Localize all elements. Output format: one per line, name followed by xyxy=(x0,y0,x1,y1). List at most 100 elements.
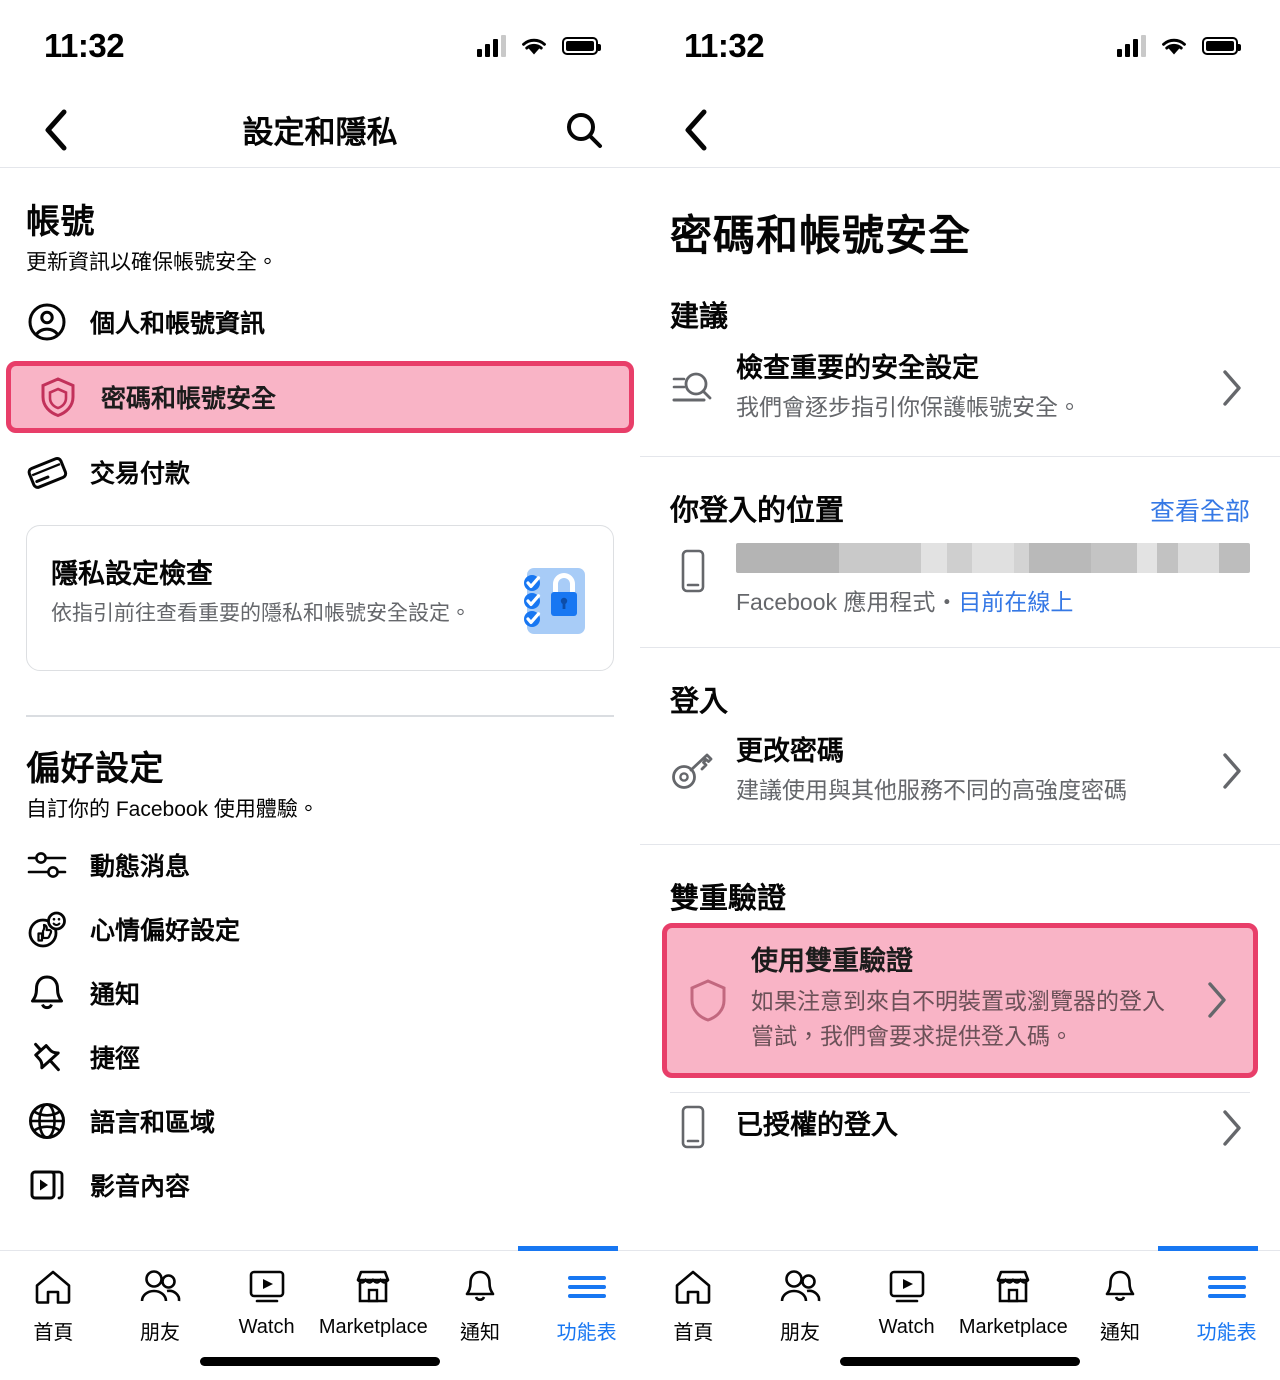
friends-icon xyxy=(138,1267,182,1307)
menu-item-language-region[interactable]: 語言和區域 xyxy=(0,1089,640,1153)
watch-play-icon xyxy=(246,1267,288,1307)
menu-item-personal-info[interactable]: 個人和帳號資訊 xyxy=(0,287,640,357)
back-button[interactable] xyxy=(30,104,82,156)
redacted-device-name xyxy=(736,542,1250,573)
menu-item-notifications[interactable]: 通知 xyxy=(0,961,640,1025)
tab-label: Marketplace xyxy=(958,1316,1068,1338)
tab-label: 通知 xyxy=(459,1322,500,1344)
row-title: 已授權的登入 xyxy=(736,1110,898,1141)
row-body: 已授權的登入 xyxy=(736,1108,1194,1147)
login-section-title: 登入 xyxy=(670,685,729,718)
left-phone-screen: 11:32 設定和隱私 帳號 更新資訊以確保帳號安全。 個人和帳號資訊 密碼和帳… xyxy=(0,0,640,1380)
tab-label: 功能表 xyxy=(556,1322,617,1344)
signal-bars-icon xyxy=(1117,35,1146,57)
row-device-session[interactable]: Facebook 應用程式・目前在線上 xyxy=(640,529,1280,631)
security-checkup-search-icon xyxy=(670,365,716,411)
menu-item-label: 語言和區域 xyxy=(90,1108,216,1137)
tab-label: 朋友 xyxy=(779,1322,820,1344)
tab-friends[interactable]: 朋友 xyxy=(110,1267,210,1345)
bottom-tab-bar: 首頁 朋友 Watch Marketplace 通知 功能表 xyxy=(0,1246,640,1380)
privacy-checkup-card[interactable]: 隱私設定檢查 依指引前往查看重要的隱私和帳號安全設定。 xyxy=(26,525,614,672)
preferences-section-title: 偏好設定 xyxy=(26,750,164,789)
menu-item-label: 通知 xyxy=(90,980,141,1009)
preferences-section-subtitle: 自訂你的 Facebook 使用體驗。 xyxy=(26,798,319,822)
menu-item-label: 動態消息 xyxy=(90,852,191,881)
menu-item-reaction-preferences[interactable]: 心情偏好設定 xyxy=(0,897,640,961)
tab-label: Marketplace xyxy=(318,1316,428,1338)
device-separator: ・ xyxy=(935,588,959,615)
battery-icon xyxy=(1202,37,1241,55)
globe-icon xyxy=(26,1100,68,1142)
device-status: 目前在線上 xyxy=(958,588,1074,615)
bell-icon xyxy=(26,972,68,1014)
row-title: 檢查重要的安全設定 xyxy=(736,353,979,383)
home-icon xyxy=(673,1267,713,1307)
watch-play-icon xyxy=(886,1267,928,1307)
tab-watch[interactable]: Watch xyxy=(857,1267,957,1339)
menu-item-password-security[interactable]: 密碼和帳號安全 xyxy=(6,361,634,434)
back-button[interactable] xyxy=(670,104,722,156)
tab-notifications[interactable]: 通知 xyxy=(1070,1267,1170,1345)
tab-label: 朋友 xyxy=(139,1322,180,1344)
two-factor-title: 雙重驗證 xyxy=(670,883,787,916)
row-body: 檢查重要的安全設定 我們會逐步指引你保護帳號安全。 xyxy=(736,351,1194,426)
signal-bars-icon xyxy=(477,35,506,57)
tab-menu[interactable]: 功能表 xyxy=(537,1267,637,1345)
menu-item-payments[interactable]: 交易付款 xyxy=(0,437,640,507)
active-tab-indicator xyxy=(518,1246,618,1251)
device-app-label: Facebook 應用程式 xyxy=(736,588,936,615)
menu-item-label: 心情偏好設定 xyxy=(90,916,241,945)
tab-notifications[interactable]: 通知 xyxy=(430,1267,530,1345)
menu-item-label: 交易付款 xyxy=(90,460,191,489)
tab-marketplace[interactable]: Marketplace xyxy=(319,1267,428,1339)
chevron-left-icon xyxy=(685,109,707,150)
tab-marketplace[interactable]: Marketplace xyxy=(959,1267,1068,1339)
home-icon xyxy=(33,1267,73,1307)
suggestions-title: 建議 xyxy=(670,301,729,333)
tab-menu[interactable]: 功能表 xyxy=(1177,1267,1277,1345)
bell-icon xyxy=(462,1267,498,1307)
active-tab-indicator xyxy=(1158,1246,1258,1251)
left-nav-bar: 設定和隱私 xyxy=(0,92,640,167)
menu-item-news-feed[interactable]: 動態消息 xyxy=(0,833,640,897)
row-title: 使用雙重驗證 xyxy=(751,946,913,977)
mobile-device-icon xyxy=(670,1105,716,1151)
search-button[interactable] xyxy=(558,104,610,156)
privacy-checkup-title: 隱私設定檢查 xyxy=(51,559,213,590)
shield-icon xyxy=(37,376,79,418)
tab-home[interactable]: 首頁 xyxy=(643,1267,743,1345)
row-authorized-logins[interactable]: 已授權的登入 xyxy=(640,1093,1280,1165)
privacy-checkup-description: 依指引前往查看重要的隱私和帳號安全設定。 xyxy=(51,602,471,626)
marketplace-store-icon xyxy=(352,1267,394,1307)
row-description: 我們會逐步指引你保護帳號安全。 xyxy=(736,394,1081,421)
tab-label: 首頁 xyxy=(33,1322,74,1344)
right-phone-screen: 11:32 密碼和帳號安全 建議 檢查重要的安全設定 我們會逐步指引你保護帳號安… xyxy=(640,0,1280,1380)
tab-label: 通知 xyxy=(1099,1322,1140,1344)
status-bar: 11:32 xyxy=(0,0,640,92)
video-stack-icon xyxy=(26,1164,68,1206)
row-use-two-factor[interactable]: 使用雙重驗證 如果注意到來自不明裝置或瀏覽器的登入嘗試，我們會要求提供登入碼。 xyxy=(662,923,1258,1078)
row-change-password[interactable]: 更改密碼 建議使用與其他服務不同的高強度密碼 xyxy=(640,720,1280,823)
row-security-checkup[interactable]: 檢查重要的安全設定 我們會逐步指引你保護帳號安全。 xyxy=(640,335,1280,440)
tab-friends[interactable]: 朋友 xyxy=(750,1267,850,1345)
menu-item-media[interactable]: 影音內容 xyxy=(0,1153,640,1217)
login-locations-header: 你登入的位置 查看全部 xyxy=(640,457,1280,529)
status-bar-clock: 11:32 xyxy=(684,27,765,64)
row-description: 建議使用與其他服務不同的高強度密碼 xyxy=(736,776,1127,803)
hamburger-menu-icon xyxy=(566,1267,608,1307)
status-bar-clock: 11:32 xyxy=(44,27,125,64)
search-icon xyxy=(567,112,602,148)
account-section-subtitle: 更新資訊以確保帳號安全。 xyxy=(26,251,278,274)
tab-home[interactable]: 首頁 xyxy=(3,1267,103,1345)
row-body: 更改密碼 建議使用與其他服務不同的高強度密碼 xyxy=(736,734,1194,809)
tab-watch[interactable]: Watch xyxy=(217,1267,317,1339)
chevron-right-icon xyxy=(1199,980,1235,1020)
home-indicator xyxy=(200,1357,440,1366)
pushpin-icon xyxy=(26,1036,68,1078)
menu-item-shortcuts[interactable]: 捷徑 xyxy=(0,1025,640,1089)
left-content: 帳號 更新資訊以確保帳號安全。 個人和帳號資訊 密碼和帳號安全 交易付款 隱私設… xyxy=(0,168,640,1217)
mobile-device-icon xyxy=(670,549,716,595)
see-all-link[interactable]: 查看全部 xyxy=(1150,492,1250,528)
row-title: 更改密碼 xyxy=(736,735,844,766)
tab-label: 功能表 xyxy=(1196,1322,1257,1344)
